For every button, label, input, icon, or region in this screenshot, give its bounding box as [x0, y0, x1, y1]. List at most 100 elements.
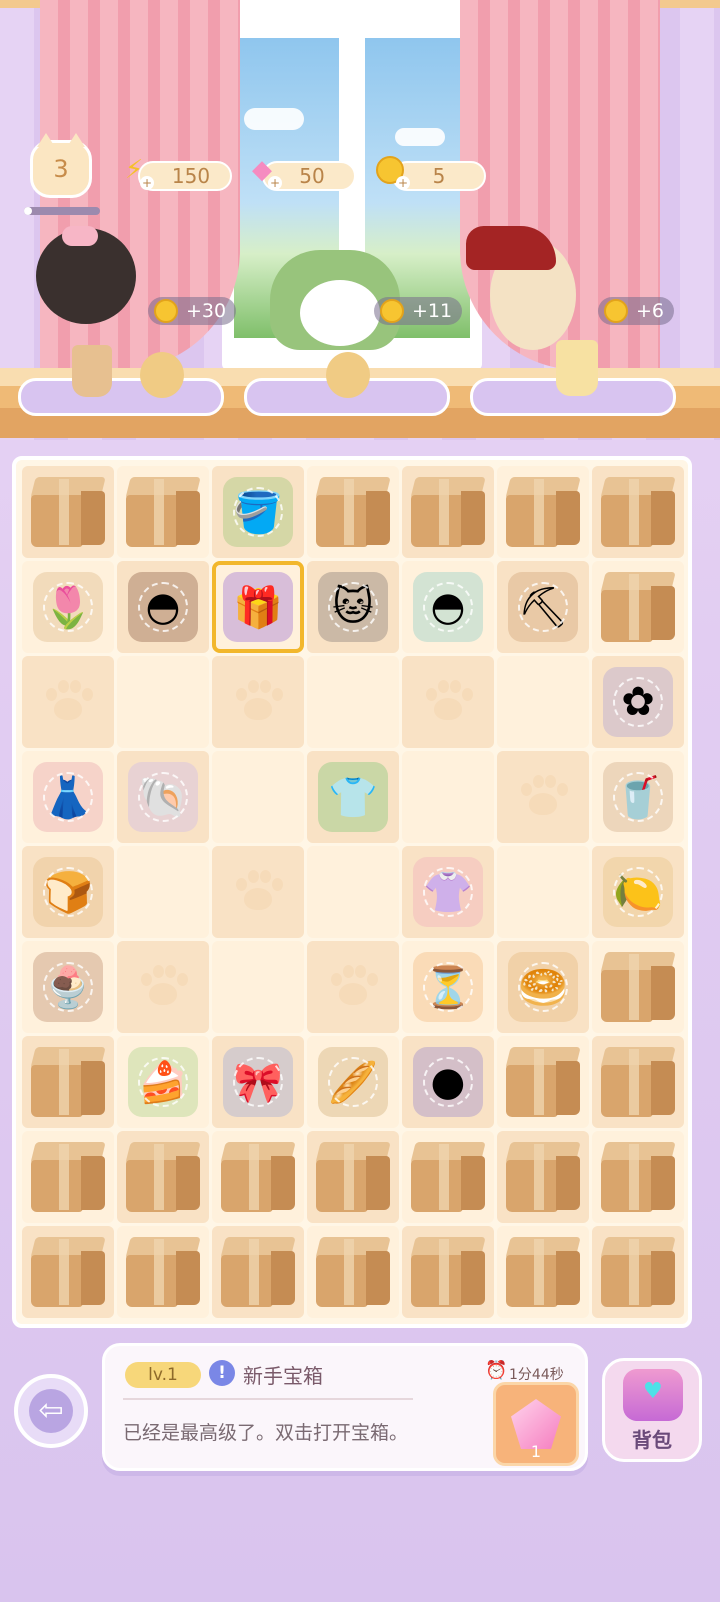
cream-bun-icon: 🥯: [508, 952, 578, 1022]
board-cell[interactable]: ●: [402, 1036, 494, 1128]
bag-label: 背包: [632, 1428, 672, 1452]
board-cell[interactable]: ⏳: [402, 941, 494, 1033]
board-cell[interactable]: [22, 466, 114, 558]
board-cell[interactable]: 🐚: [117, 751, 209, 843]
board-cell[interactable]: 🍞: [22, 846, 114, 938]
board-cell[interactable]: [497, 846, 589, 938]
board-cell[interactable]: [402, 1131, 494, 1223]
coin-icon: [380, 299, 404, 323]
divider: [123, 1398, 413, 1400]
paw-print-icon: [232, 870, 284, 914]
board-cell[interactable]: 🥤: [592, 751, 684, 843]
parfait-order-icon: [72, 345, 112, 397]
lemon-drink-icon: 🍋: [603, 857, 673, 927]
board-cell[interactable]: 👚: [402, 846, 494, 938]
purple-cushion-icon: ●: [413, 1047, 483, 1117]
board-cell[interactable]: [307, 1131, 399, 1223]
board-cell[interactable]: 🍋: [592, 846, 684, 938]
cardboard-box-icon: [409, 1140, 487, 1214]
cardboard-box-icon: [29, 1235, 107, 1309]
board-cell[interactable]: 🥖: [307, 1036, 399, 1128]
board-cell[interactable]: ◓: [402, 561, 494, 653]
board-cell[interactable]: 🌷: [22, 561, 114, 653]
board-cell[interactable]: [592, 1226, 684, 1318]
item-info-panel: lv.1 ! 新手宝箱 已经是最高级了。双击打开宝箱。 ⏰ 1分44秒 1: [102, 1343, 588, 1471]
board-cell[interactable]: 🎀: [212, 1036, 304, 1128]
board-cell[interactable]: 👕: [307, 751, 399, 843]
board-cell[interactable]: ✿: [592, 656, 684, 748]
board-cell[interactable]: [117, 1226, 209, 1318]
board-cell[interactable]: [497, 1131, 589, 1223]
board-cell[interactable]: 🥯: [497, 941, 589, 1033]
paw-print-icon: [137, 965, 189, 1009]
lemon-drink-order-icon: [556, 340, 598, 396]
board-cell[interactable]: [497, 1036, 589, 1128]
shovel-icon: ⛏: [508, 572, 578, 642]
board-cell[interactable]: [592, 941, 684, 1033]
cat-plush-icon: 🐱: [318, 572, 388, 642]
board-cell[interactable]: 🪣: [212, 466, 304, 558]
board-cell[interactable]: [307, 941, 399, 1033]
board-cell[interactable]: [212, 941, 304, 1033]
board-cell[interactable]: 👗: [22, 751, 114, 843]
board-cell[interactable]: [402, 466, 494, 558]
cobweb-icon: [613, 772, 663, 822]
board-cell[interactable]: ⛏: [497, 561, 589, 653]
cobweb-icon: [43, 867, 93, 917]
gem-cost: 1: [530, 1442, 542, 1461]
board-cell[interactable]: ◓: [117, 561, 209, 653]
board-cell[interactable]: [497, 466, 589, 558]
coin-value: 5: [432, 164, 446, 188]
player-level-badge[interactable]: 3: [30, 133, 92, 198]
bag-button[interactable]: ♥ 背包: [602, 1358, 702, 1462]
board-cell[interactable]: [117, 466, 209, 558]
board-cell[interactable]: [307, 1226, 399, 1318]
board-cell[interactable]: [592, 1036, 684, 1128]
board-cell[interactable]: [497, 1226, 589, 1318]
board-cell[interactable]: [307, 846, 399, 938]
board-cell[interactable]: [592, 561, 684, 653]
board-cell[interactable]: [307, 466, 399, 558]
gem-icon[interactable]: ◆ +: [244, 152, 282, 190]
room-scene: 3 150 ⚡ + 50 ◆ + 5 + +30 +11 +6: [0, 0, 720, 440]
cardboard-box-icon: [29, 1140, 107, 1214]
board-cell[interactable]: [402, 656, 494, 748]
lightning-icon[interactable]: ⚡ +: [116, 152, 154, 190]
board-cell[interactable]: 🐱: [307, 561, 399, 653]
cobweb-icon: [328, 1057, 378, 1107]
board-cell[interactable]: [402, 1226, 494, 1318]
board-cell[interactable]: [212, 1226, 304, 1318]
cake-icon: 🍰: [128, 1047, 198, 1117]
cobweb-icon: [233, 487, 283, 537]
board-cell[interactable]: [22, 656, 114, 748]
customer-slot-1[interactable]: [18, 378, 224, 416]
board-cell[interactable]: [592, 1131, 684, 1223]
board-cell[interactable]: [22, 1036, 114, 1128]
cobweb-icon: [423, 1057, 473, 1107]
info-icon[interactable]: !: [209, 1360, 235, 1386]
board-cell[interactable]: [117, 941, 209, 1033]
cobweb-icon: [423, 962, 473, 1012]
board-cell[interactable]: [212, 751, 304, 843]
board-cell[interactable]: 🍨: [22, 941, 114, 1033]
coin-icon[interactable]: +: [372, 152, 410, 190]
board-cell[interactable]: [117, 1131, 209, 1223]
board-cell[interactable]: [212, 1131, 304, 1223]
board-cell[interactable]: [497, 656, 589, 748]
board-cell[interactable]: [212, 846, 304, 938]
gem-speedup-button[interactable]: 1: [493, 1382, 579, 1466]
board-cell[interactable]: [117, 846, 209, 938]
board-cell[interactable]: [22, 1226, 114, 1318]
board-cell[interactable]: [22, 1131, 114, 1223]
board-cell[interactable]: [117, 656, 209, 748]
white-cat-customer[interactable]: [300, 280, 380, 346]
board-cell[interactable]: 🍰: [117, 1036, 209, 1128]
board-cell[interactable]: [212, 656, 304, 748]
back-button[interactable]: ⇦: [14, 1374, 88, 1448]
board-cell[interactable]: [592, 466, 684, 558]
board-cell[interactable]: [402, 751, 494, 843]
coin-icon: [154, 299, 178, 323]
board-cell[interactable]: [307, 656, 399, 748]
board-cell[interactable]: [497, 751, 589, 843]
board-cell[interactable]: 🎁: [212, 561, 304, 653]
